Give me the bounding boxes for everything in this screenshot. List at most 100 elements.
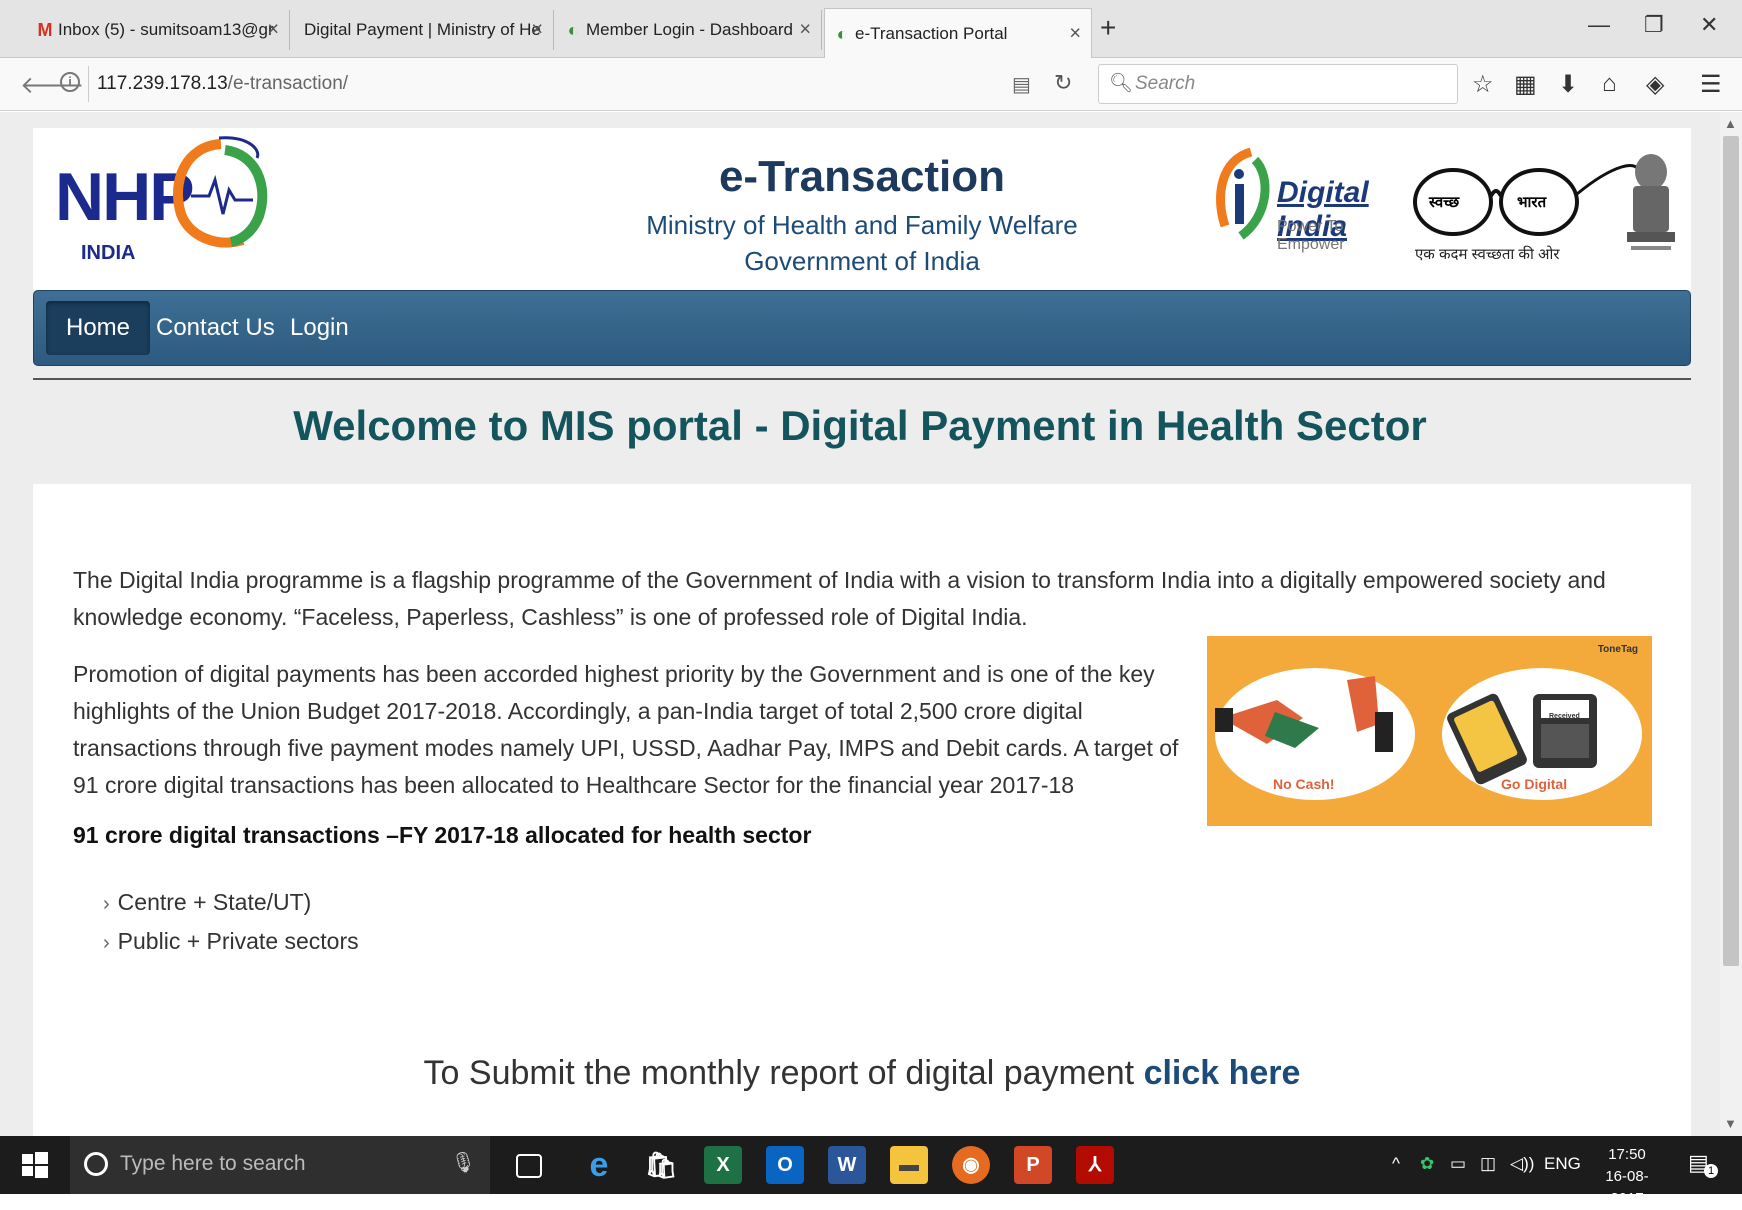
menu-login[interactable]: Login [270, 301, 369, 355]
health-sector-target: 91 crore digital transactions –FY 2017-1… [73, 822, 812, 848]
excel-icon[interactable]: X [704, 1146, 742, 1184]
page-viewport: NHP INDIA e-Transaction Ministry of Heal… [0, 112, 1720, 1136]
swachh-right-text: भारत [1517, 194, 1547, 211]
windows-taskbar: Type here to search 🎙︎ e 🛍︎ X O W ▬ ◉ P … [0, 1136, 1742, 1207]
windows-start-icon[interactable] [22, 1152, 48, 1178]
firefox-icon[interactable]: ◉ [952, 1146, 990, 1184]
action-center-icon[interactable]: ▤ 1 [1688, 1150, 1718, 1180]
digital-india-logo: Digital India Power To Empower [1211, 146, 1401, 253]
reading-list-icon[interactable]: ▦ [1514, 70, 1537, 99]
list-item: › Centre + State/UT) [103, 884, 359, 923]
menu-home[interactable]: Home [46, 301, 151, 355]
clock-date: 16-08-2017 [1605, 1168, 1649, 1207]
download-icon[interactable]: ⬇ [1558, 70, 1578, 99]
click-here-link[interactable]: click here [1144, 1054, 1301, 1092]
pocket-icon[interactable]: ◈ [1646, 70, 1664, 99]
outlook-icon[interactable]: O [766, 1146, 804, 1184]
volume-icon[interactable]: ◁)) [1510, 1154, 1534, 1174]
clock-time: 17:50 [1608, 1146, 1646, 1163]
browser-nav-bar: 🡐 i 117.239.178.13/e-transaction/ ▤ ↻ 🔍︎… [0, 58, 1742, 111]
close-icon[interactable]: × [1069, 22, 1081, 45]
task-view-icon[interactable] [516, 1154, 542, 1178]
acrobat-icon[interactable]: ⅄ [1076, 1146, 1114, 1184]
tab-gmail[interactable]: M Inbox (5) - sumitsoam13@gr × [28, 10, 290, 50]
go-digital-label: Go Digital [1501, 776, 1568, 792]
notification-count: 1 [1704, 1164, 1718, 1178]
tab-digital-payment[interactable]: Digital Payment | Ministry of Hea × [290, 10, 554, 50]
scroll-down-icon[interactable]: ▼ [1724, 1116, 1737, 1131]
swachh-left-text: स्वच्छ [1429, 194, 1460, 211]
bookmark-star-icon[interactable]: ☆ [1472, 70, 1494, 99]
wifi-icon[interactable]: ◫ [1480, 1154, 1496, 1174]
promotion-paragraph: Promotion of digital payments has been a… [73, 661, 1179, 798]
browser-tab-bar: M Inbox (5) - sumitsoam13@gr × Digital P… [0, 0, 1742, 58]
reload-icon[interactable]: ↻ [1054, 70, 1072, 96]
new-tab-plus-icon[interactable]: + [1100, 12, 1116, 44]
page-scrollbar[interactable]: ▲ ▼ [1720, 112, 1742, 1136]
hamburger-menu-icon[interactable]: ☰ [1700, 70, 1722, 99]
submit-report-line: To Submit the monthly report of digital … [33, 1054, 1691, 1093]
chevron-right-icon: › [103, 893, 110, 915]
list-item-label: Public + Private sectors [117, 928, 359, 954]
search-icon: 🔍︎ [1109, 73, 1134, 94]
no-cash-go-digital-image: ToneTag No Cash! Go Digital Received [1207, 636, 1652, 826]
scroll-up-icon[interactable]: ▲ [1724, 116, 1737, 131]
chevron-up-icon[interactable]: ^ [1392, 1154, 1400, 1174]
window-close-icon[interactable]: ✕ [1700, 12, 1718, 38]
word-icon[interactable]: W [828, 1146, 866, 1184]
no-cash-label: No Cash! [1273, 776, 1335, 792]
tab-member-login[interactable]: ◐ Member Login - Dashboard × [556, 10, 822, 50]
tab-title: Inbox (5) - sumitsoam13@gr [58, 20, 274, 39]
search-placeholder: Search [1135, 73, 1196, 94]
gmail-icon: M [37, 20, 53, 40]
content-panel: The Digital India programme is a flagshi… [33, 484, 1691, 1136]
payment-illustration-icon [1215, 668, 1642, 800]
tab-title: Digital Payment | Ministry of Hea [304, 20, 541, 39]
received-label: Received [1549, 713, 1580, 720]
minimize-icon[interactable]: — [1588, 12, 1610, 38]
powerpoint-icon[interactable]: P [1014, 1146, 1052, 1184]
chevron-right-icon: › [103, 932, 110, 954]
page-title: Welcome to MIS portal - Digital Payment … [293, 402, 1427, 449]
digital-india-emblem-icon [1216, 147, 1270, 240]
info-icon[interactable]: i [60, 72, 80, 92]
scroll-thumb[interactable] [1723, 136, 1739, 966]
language-indicator[interactable]: ENG [1544, 1154, 1581, 1174]
nhp-favicon-icon: ◐ [836, 23, 848, 44]
swachh-caption: एक कदम स्वच्छता की ओर [1415, 246, 1560, 263]
microphone-icon[interactable]: 🎙︎ [451, 1150, 476, 1175]
taskbar-search-input[interactable]: Type here to search 🎙︎ [70, 1136, 490, 1194]
store-icon[interactable]: 🛍︎ [642, 1146, 680, 1184]
tab-title: e-Transaction Portal [855, 23, 1008, 43]
url-path: /e-transaction/ [227, 73, 349, 94]
home-icon[interactable]: ⌂ [1602, 70, 1617, 98]
edge-icon[interactable]: e [580, 1146, 618, 1184]
nhp-favicon-icon: ◐ [567, 20, 579, 40]
battery-icon[interactable]: ▭ [1450, 1154, 1466, 1174]
file-explorer-icon[interactable]: ▬ [890, 1146, 928, 1184]
url-field[interactable]: 117.239.178.13/e-transaction/ [88, 66, 1088, 102]
close-icon[interactable]: × [531, 19, 543, 42]
digital-india-tagline: Power To Empower [1277, 218, 1345, 253]
url-host: 117.239.178.13 [97, 73, 228, 94]
intro-paragraph: The Digital India programme is a flagshi… [73, 567, 1606, 630]
submit-text: To Submit the monthly report of digital … [423, 1054, 1144, 1092]
browser-search-input[interactable]: 🔍︎ Search [1098, 64, 1458, 104]
sector-list: › Centre + State/UT) › Public + Private se… [103, 884, 359, 962]
reader-view-icon[interactable]: ▤ [1012, 72, 1031, 97]
list-item-label: Centre + State/UT) [117, 889, 312, 915]
taskbar-search-placeholder: Type here to search [120, 1152, 306, 1175]
system-clock[interactable]: 17:50 16-08-2017 [1590, 1144, 1664, 1210]
swachh-bharat-logo: स्वच्छ भारत एक कदम स्वच्छता की ओर [1411, 146, 1651, 263]
main-menu: Home Contact Us Login [33, 290, 1691, 366]
tab-e-transaction[interactable]: ◐ e-Transaction Portal × [824, 8, 1092, 58]
cortana-icon [84, 1152, 108, 1176]
close-icon[interactable]: × [267, 19, 279, 42]
restore-icon[interactable]: ❐ [1644, 12, 1664, 38]
tab-title: Member Login - Dashboard [586, 20, 793, 39]
national-emblem-icon [1627, 154, 1675, 250]
network-app-icon[interactable]: ✿ [1420, 1154, 1434, 1174]
site-header: NHP INDIA e-Transaction Ministry of Heal… [33, 128, 1691, 290]
close-icon[interactable]: × [799, 19, 811, 42]
list-item: › Public + Private sectors [103, 923, 359, 962]
